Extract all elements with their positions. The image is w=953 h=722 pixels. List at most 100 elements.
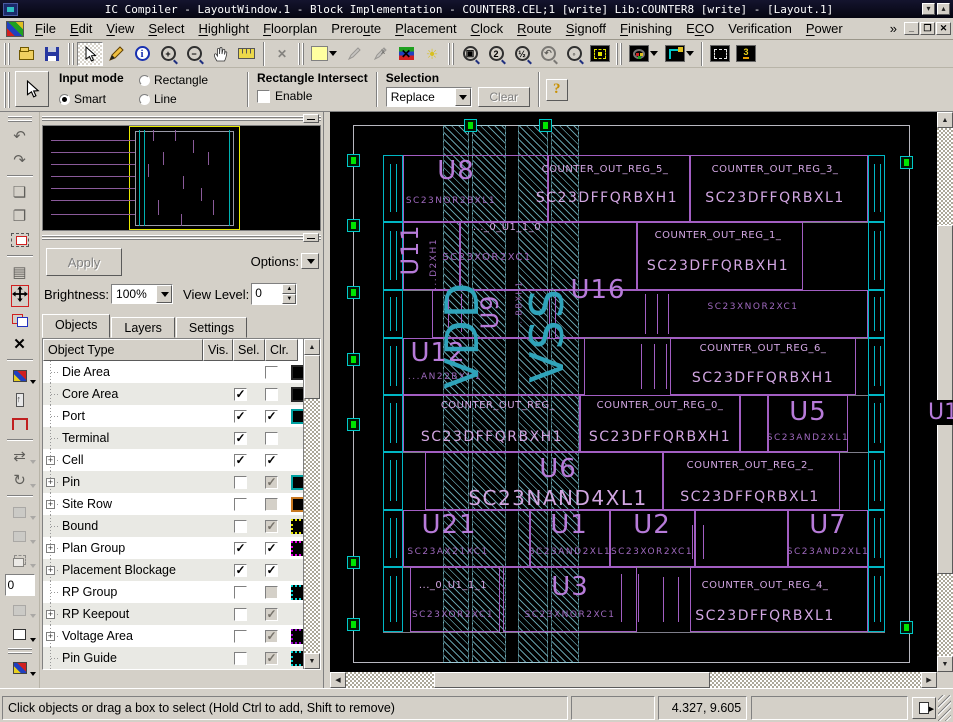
checkbox[interactable] [234,630,247,643]
mdi-minimize-button[interactable]: _ [904,22,919,35]
table-row-placement-blockage[interactable]: +Placement Blockage [43,559,320,581]
copy-button[interactable] [6,308,34,332]
cell-outline[interactable] [403,155,548,222]
checkbox[interactable] [234,454,247,467]
zoom-in-tool-button[interactable]: + [155,42,181,66]
scroll-down-button[interactable]: ▼ [937,656,953,672]
scroll-track[interactable] [937,574,953,656]
toolbar-grip[interactable] [4,72,10,108]
canvas-hscrollbar[interactable]: ◀ ▶ [330,672,937,688]
endcap-cell[interactable] [383,395,403,452]
help-button[interactable]: ? [546,79,568,101]
menu-view[interactable]: View [99,19,141,38]
selection-mode-button[interactable] [15,71,49,107]
toolbar-grip[interactable] [8,116,32,122]
checkbox[interactable] [234,608,247,621]
radio-line[interactable]: Line [139,90,229,108]
titlebar-maximize-button[interactable]: ▴ [937,3,950,15]
status-log-button[interactable] [912,697,936,719]
column-header-vis[interactable]: Vis. [203,339,233,361]
expand-icon[interactable]: + [46,500,55,509]
toolbar-grip[interactable] [448,43,454,65]
app-icon[interactable] [6,21,24,37]
panel-minimize-button[interactable] [303,233,319,242]
canvas-vscrollbar[interactable]: ▲ ▼ [937,112,953,672]
enable-checkbox[interactable] [257,90,270,103]
table-row-rp-group[interactable]: RP Group [43,581,320,603]
port-marker[interactable] [347,418,360,431]
radio-dot[interactable] [139,75,150,86]
zoom-fit-button[interactable]: ▣ [457,42,483,66]
table-row-pin[interactable]: +Pin [43,471,320,493]
toolbar-grip[interactable] [616,43,622,65]
expand-icon[interactable]: + [46,478,55,487]
port-marker[interactable] [900,156,913,169]
menu-eco[interactable]: ECO [679,19,721,38]
view-settings-grip[interactable] [42,233,321,243]
column-header-sel[interactable]: Sel. [233,339,265,361]
table-row-cell[interactable]: +Cell [43,449,320,471]
port-marker[interactable] [539,119,552,132]
table-row-pin-guide[interactable]: Pin Guide [43,647,320,669]
spin-down-button[interactable]: ▼ [282,294,296,304]
endcap-cell[interactable] [383,155,403,222]
menu-overflow-chevron[interactable]: » [884,21,903,36]
checkbox[interactable] [234,388,247,401]
object-table-scrollbar[interactable]: ▲ ▼ [303,339,320,669]
table-row-die-area[interactable]: Die Area [43,361,320,383]
endcap-cell[interactable] [868,155,885,222]
menu-select[interactable]: Select [141,19,191,38]
ruler-tool-button[interactable] [233,42,259,66]
checkbox[interactable] [265,454,278,467]
endcap-cell[interactable] [383,338,403,395]
menu-route[interactable]: Route [510,19,559,38]
checkbox[interactable] [234,586,247,599]
narrow-cell-bars[interactable] [692,525,704,559]
radio-dot[interactable] [59,94,70,105]
checkbox[interactable] [234,520,247,533]
expand-icon[interactable]: + [46,632,55,641]
checkbox[interactable] [265,564,278,577]
zoom-out-half-button[interactable]: ½ [509,42,535,66]
table-row-port[interactable]: Port [43,405,320,427]
select-tool-button[interactable] [77,42,103,66]
menu-floorplan[interactable]: Floorplan [256,19,324,38]
table-row-plan-group[interactable]: +Plan Group [43,537,320,559]
expand-icon[interactable]: + [46,544,55,553]
layout-viewport[interactable]: U8SC23NOR2BXL1COUNTER_OUT_REG_5_SC23DFFQ… [330,112,937,672]
menu-edit[interactable]: Edit [63,19,99,38]
radio-smart[interactable]: Smart [59,90,129,108]
scroll-down-button[interactable]: ▼ [304,653,320,669]
scroll-up-button[interactable]: ▲ [304,339,320,355]
port-marker[interactable] [347,286,360,299]
dim-background-button[interactable]: ☀ [419,42,445,66]
endcap-cell[interactable] [868,452,885,510]
highlight-color-button[interactable] [307,42,341,66]
open-button[interactable] [13,42,39,66]
scroll-left-button[interactable]: ◀ [330,672,346,688]
move-button[interactable] [6,284,34,308]
checkbox[interactable] [234,476,247,489]
scroll-up-button[interactable]: ▲ [937,112,953,128]
combo-dropdown-button[interactable] [455,88,471,106]
narrow-cell-bars[interactable] [663,577,679,622]
menu-highlight[interactable]: Highlight [191,19,256,38]
checkbox[interactable] [234,542,247,555]
table-row-core-area[interactable]: Core Area [43,383,320,405]
tab-objects[interactable]: Objects [42,314,110,338]
expand-icon[interactable]: + [46,610,55,619]
menu-signoff[interactable]: Signoff [559,19,613,38]
mdi-restore-button[interactable]: ❐ [920,22,935,35]
expand-icon[interactable]: + [46,456,55,465]
checkbox[interactable] [234,498,247,511]
table-row-rp-keepout[interactable]: +RP Keepout [43,603,320,625]
scroll-track[interactable] [710,672,921,688]
checkbox[interactable] [234,432,247,445]
port-marker[interactable] [347,219,360,232]
net-route-display-button[interactable]: 3 [733,42,759,66]
narrow-cell-bars[interactable] [621,574,639,622]
checkbox[interactable] [265,410,278,423]
zoom-in-2x-button[interactable]: 2 [483,42,509,66]
port-marker[interactable] [347,556,360,569]
query-info-button[interactable]: i [129,42,155,66]
